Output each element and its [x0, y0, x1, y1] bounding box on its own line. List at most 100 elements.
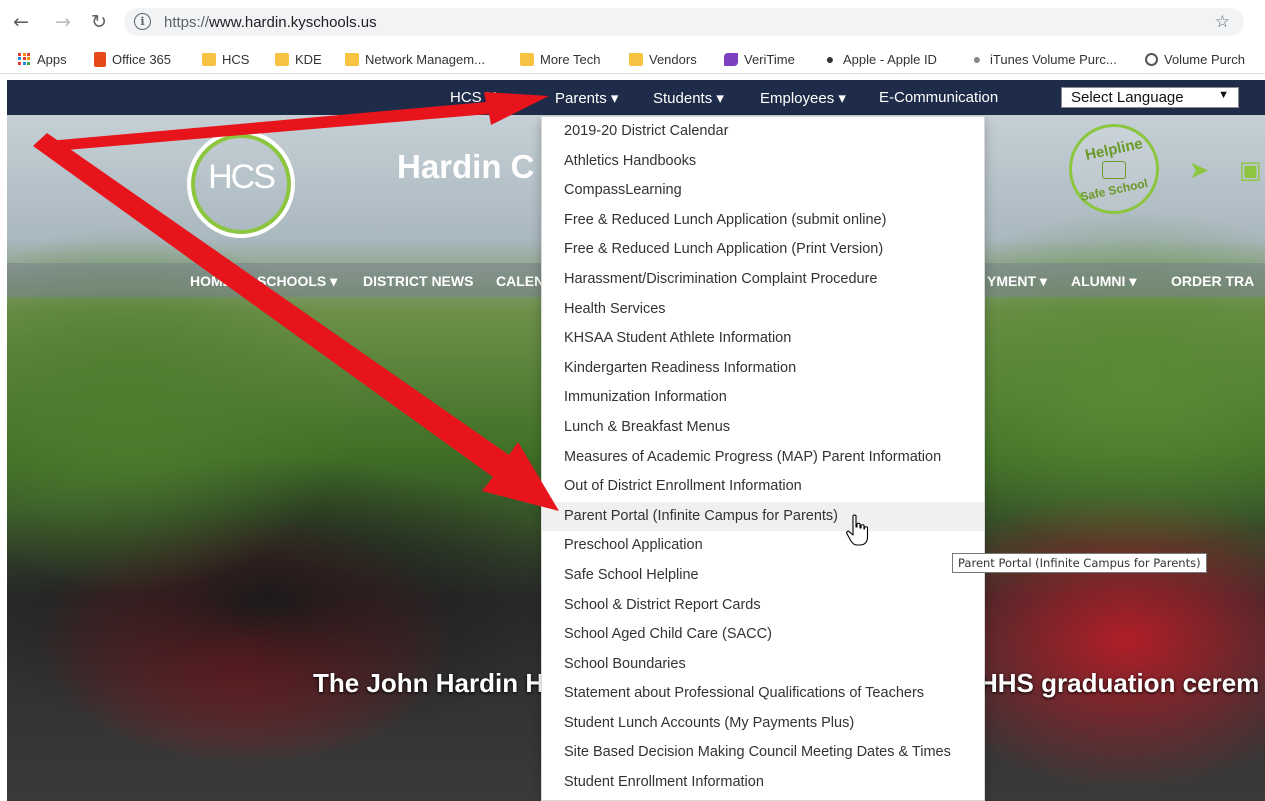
- nav-ecommunication[interactable]: E-Communication: [879, 89, 998, 106]
- apple-icon: ●: [972, 50, 982, 67]
- site-title: Hardin C: [397, 148, 535, 185]
- nav-employees[interactable]: Employees ▾: [760, 89, 846, 107]
- nav-hcs-home[interactable]: HCS H: [450, 89, 497, 106]
- bookmark-apple-id[interactable]: ● Apple - Apple ID: [823, 50, 937, 68]
- dropdown-item[interactable]: Preschool Application: [542, 531, 984, 561]
- office-icon: [94, 51, 106, 67]
- dropdown-item[interactable]: Student Lunch Accounts (My Payments Plus…: [542, 709, 984, 739]
- safe-school-text: Safe School: [1078, 176, 1150, 204]
- dropdown-item[interactable]: Kindergarten Readiness Information: [542, 354, 984, 384]
- bookmark-label: Vendors: [649, 51, 697, 67]
- bookmark-label: Office 365: [112, 51, 172, 67]
- caret-down-icon: ▾: [330, 273, 338, 289]
- site-top-nav: HCS H Parents ▾ Students ▾ Employees ▾ E…: [7, 80, 1265, 115]
- folder-icon: [345, 52, 359, 66]
- bookmark-label: iTunes Volume Purc...: [990, 51, 1117, 67]
- menu-alumni-label: ALUMNI: [1071, 273, 1126, 289]
- caret-down-icon: ▾: [838, 90, 846, 107]
- veritime-icon: [724, 52, 738, 66]
- bookmark-veritime[interactable]: VeriTime: [724, 50, 795, 68]
- dropdown-item[interactable]: Parent Portal (Infinite Campus for Paren…: [542, 501, 984, 532]
- dropdown-item[interactable]: KHSAA Student Athlete Information: [542, 324, 984, 354]
- nav-employees-label: Employees: [760, 90, 835, 107]
- address-bar[interactable]: i https://www.hardin.kyschools.us ☆: [124, 8, 1244, 36]
- url-text[interactable]: https://www.hardin.kyschools.us: [164, 14, 377, 31]
- bookmark-itunes-volume[interactable]: ● iTunes Volume Purc...: [970, 50, 1117, 68]
- hcs-logo[interactable]: HCS: [187, 130, 295, 238]
- bookmark-network-management[interactable]: Network Managem...: [345, 50, 485, 68]
- menu-calendar[interactable]: CALEN: [496, 273, 544, 289]
- dropdown-item[interactable]: Safe School Helpline: [542, 561, 984, 591]
- sitemap-icon[interactable]: ▣: [1239, 156, 1262, 184]
- dropdown-item[interactable]: Free & Reduced Lunch Application (submit…: [542, 206, 984, 236]
- menu-employment[interactable]: YMENT ▾: [987, 273, 1047, 290]
- nav-students[interactable]: Students ▾: [653, 89, 724, 107]
- phone-icon: [1102, 161, 1126, 179]
- bookmark-label: Volume Purch: [1164, 51, 1245, 67]
- info-icon[interactable]: i: [134, 13, 151, 30]
- bookmark-more-tech[interactable]: More Tech: [520, 50, 600, 68]
- menu-employment-label: YMENT: [987, 273, 1036, 289]
- hand-cursor-icon: [846, 514, 869, 546]
- bookmark-apps[interactable]: Apps: [18, 50, 67, 68]
- forward-arrow-icon[interactable]: →: [50, 9, 76, 35]
- dropdown-item[interactable]: Measures of Academic Progress (MAP) Pare…: [542, 443, 984, 473]
- dropdown-item[interactable]: Free & Reduced Lunch Application (Print …: [542, 235, 984, 265]
- dropdown-item[interactable]: Health Services: [542, 295, 984, 325]
- menu-order-transcripts[interactable]: ORDER TRA: [1171, 273, 1254, 289]
- back-arrow-icon[interactable]: ←: [8, 9, 34, 35]
- bookmark-volume-purchase[interactable]: Volume Purch: [1145, 50, 1245, 68]
- menu-alumni[interactable]: ALUMNI ▾: [1071, 273, 1136, 290]
- bookmark-label: KDE: [295, 51, 322, 67]
- dropdown-item[interactable]: Statement about Professional Qualificati…: [542, 679, 984, 709]
- bookmark-label: HCS: [222, 51, 250, 67]
- dropdown-item[interactable]: Immunization Information: [542, 383, 984, 413]
- safe-school-helpline-badge[interactable]: Helpline Safe School: [1069, 124, 1159, 214]
- url-protocol: https://: [164, 14, 210, 31]
- parents-dropdown-menu: 2019-20 District Calendar Athletics Handb…: [541, 116, 985, 801]
- globe-icon: [1145, 52, 1158, 66]
- apple-icon: ●: [825, 50, 835, 67]
- folder-icon: [520, 52, 534, 66]
- bookmark-kde[interactable]: KDE: [275, 50, 322, 68]
- menu-district-news[interactable]: DISTRICT NEWS: [363, 273, 473, 289]
- apps-grid-icon: [18, 52, 31, 66]
- url-host: www.hardin.kyschools.us: [209, 14, 377, 31]
- bookmark-star-icon[interactable]: ☆: [1215, 12, 1230, 32]
- folder-icon: [275, 52, 289, 66]
- bookmark-label: VeriTime: [744, 51, 795, 67]
- dropdown-item[interactable]: CompassLearning: [542, 176, 984, 206]
- menu-schools-label: SCHOOLS: [257, 273, 327, 289]
- dropdown-item[interactable]: Lunch & Breakfast Menus: [542, 413, 984, 443]
- slide-caption: The John Hardin H: [313, 668, 545, 698]
- reload-icon[interactable]: ↻: [86, 9, 112, 35]
- language-select[interactable]: Select Language ▼: [1061, 87, 1239, 108]
- menu-schools[interactable]: SCHOOLS ▾: [257, 273, 337, 290]
- slide-caption-right: HHS graduation cerem: [979, 668, 1260, 698]
- nav-parents[interactable]: Parents ▾: [555, 89, 618, 107]
- dropdown-item[interactable]: 2019-20 District Calendar: [542, 117, 984, 147]
- bookmark-label: Apple - Apple ID: [843, 51, 937, 67]
- dropdown-item[interactable]: School & District Report Cards: [542, 591, 984, 621]
- dropdown-item[interactable]: Student Enrollment Information: [542, 768, 984, 798]
- dropdown-item[interactable]: Site Based Decision Making Council Meeti…: [542, 738, 984, 768]
- caret-down-icon: ▾: [610, 90, 619, 107]
- menu-home[interactable]: HOME: [190, 273, 232, 289]
- dropdown-item[interactable]: Athletics Handbooks: [542, 147, 984, 177]
- nav-students-label: Students: [653, 90, 713, 107]
- nav-parents-label: Parents: [555, 90, 607, 107]
- dropdown-item[interactable]: Out of District Enrollment Information: [542, 472, 984, 502]
- bookmark-label: More Tech: [540, 51, 601, 67]
- bookmark-label: Apps: [37, 51, 67, 67]
- folder-icon: [629, 52, 643, 66]
- dropdown-item[interactable]: Harassment/Discrimination Complaint Proc…: [542, 265, 984, 295]
- bookmark-hcs[interactable]: HCS: [202, 50, 249, 68]
- caret-down-icon: ▾: [1129, 273, 1137, 289]
- logo-text: HCS: [208, 158, 276, 196]
- bookmarks-bar: Apps Office 365 HCS KDE Network Managem.…: [0, 44, 1265, 74]
- dropdown-item[interactable]: School Boundaries: [542, 650, 984, 680]
- bookmark-office-365[interactable]: Office 365: [94, 50, 171, 68]
- login-icon[interactable]: ➤: [1189, 156, 1209, 184]
- dropdown-item[interactable]: School Aged Child Care (SACC): [542, 620, 984, 650]
- bookmark-vendors[interactable]: Vendors: [629, 50, 697, 68]
